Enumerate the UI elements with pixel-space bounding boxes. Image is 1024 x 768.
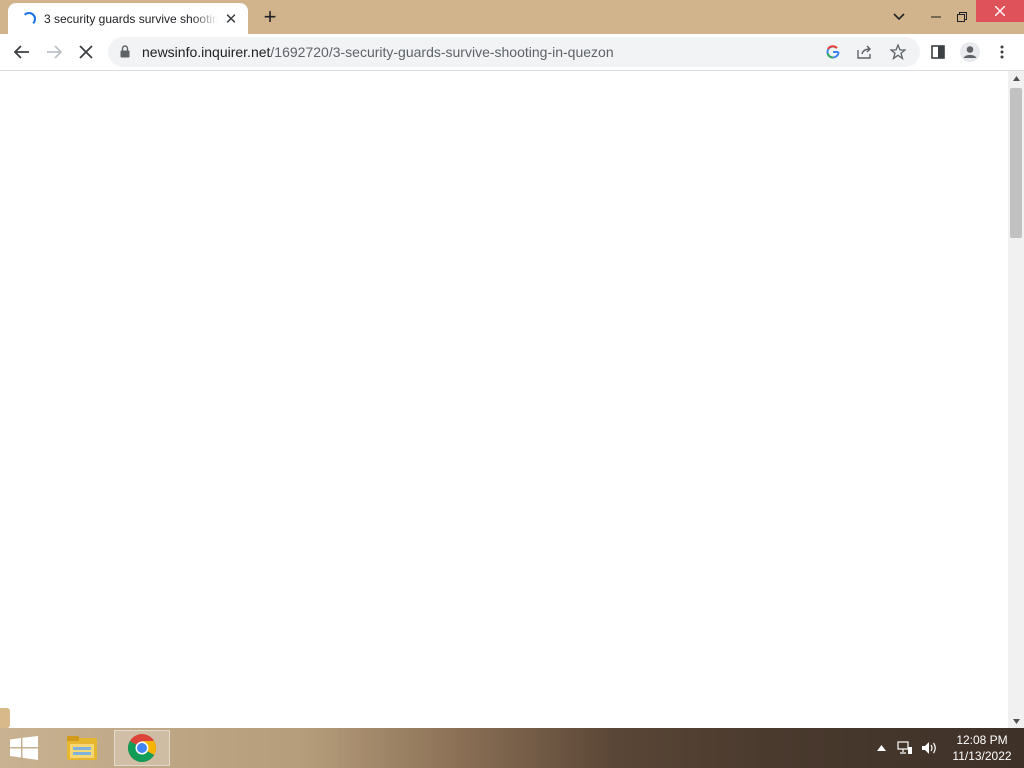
page-edge-tab xyxy=(0,708,10,728)
scrollbar-thumb[interactable] xyxy=(1010,88,1022,238)
clock-time: 12:08 PM xyxy=(956,733,1008,747)
show-hidden-icons[interactable] xyxy=(872,740,890,756)
file-explorer-icon[interactable] xyxy=(54,730,110,766)
url-text[interactable]: newsinfo.inquirer.net/1692720/3-security… xyxy=(142,44,614,60)
vertical-scrollbar[interactable] xyxy=(1008,71,1024,728)
scroll-down-icon[interactable] xyxy=(1008,714,1024,728)
share-icon[interactable] xyxy=(853,40,877,64)
network-icon[interactable] xyxy=(896,740,914,756)
tab-search-icon[interactable] xyxy=(884,0,914,34)
page-content[interactable] xyxy=(0,71,1008,728)
chrome-icon[interactable] xyxy=(114,730,170,766)
browser-tab[interactable]: 3 security guards survive shooting in Qu… xyxy=(8,3,248,34)
clock-date: 11/13/2022 xyxy=(952,749,1012,763)
scroll-up-icon[interactable] xyxy=(1008,71,1024,85)
side-panel-icon[interactable] xyxy=(924,38,952,66)
system-clock[interactable]: 12:08 PM 11/13/2022 xyxy=(944,732,1020,764)
taskbar: 12:08 PM 11/13/2022 xyxy=(0,728,1024,768)
restore-icon[interactable] xyxy=(950,0,974,34)
new-tab-button[interactable]: + xyxy=(258,6,282,28)
tab-title: 3 security guards survive shooting in Qu… xyxy=(44,11,218,26)
stop-loading-icon[interactable] xyxy=(72,38,100,66)
bookmark-star-icon[interactable] xyxy=(886,40,910,64)
tab-close-icon[interactable]: ✕ xyxy=(222,10,240,28)
minimize-icon[interactable] xyxy=(924,0,948,34)
windows-start-icon[interactable] xyxy=(4,732,44,764)
volume-icon[interactable] xyxy=(920,740,938,756)
back-icon[interactable] xyxy=(8,38,36,66)
profile-icon[interactable] xyxy=(956,38,984,66)
title-bar: 3 security guards survive shooting in Qu… xyxy=(0,0,1024,34)
google-icon[interactable] xyxy=(821,40,845,64)
lock-icon[interactable] xyxy=(120,45,130,63)
browser-toolbar: newsinfo.inquirer.net/1692720/3-security… xyxy=(0,34,1024,71)
menu-icon[interactable] xyxy=(988,38,1016,66)
url-path: /1692720/3-security-guards-survive-shoot… xyxy=(270,44,614,60)
forward-icon[interactable] xyxy=(40,38,68,66)
close-window-icon[interactable] xyxy=(976,0,1024,22)
loading-spinner-icon xyxy=(22,11,36,26)
address-bar[interactable]: newsinfo.inquirer.net/1692720/3-security… xyxy=(108,37,920,67)
url-host: newsinfo.inquirer.net xyxy=(142,44,271,60)
